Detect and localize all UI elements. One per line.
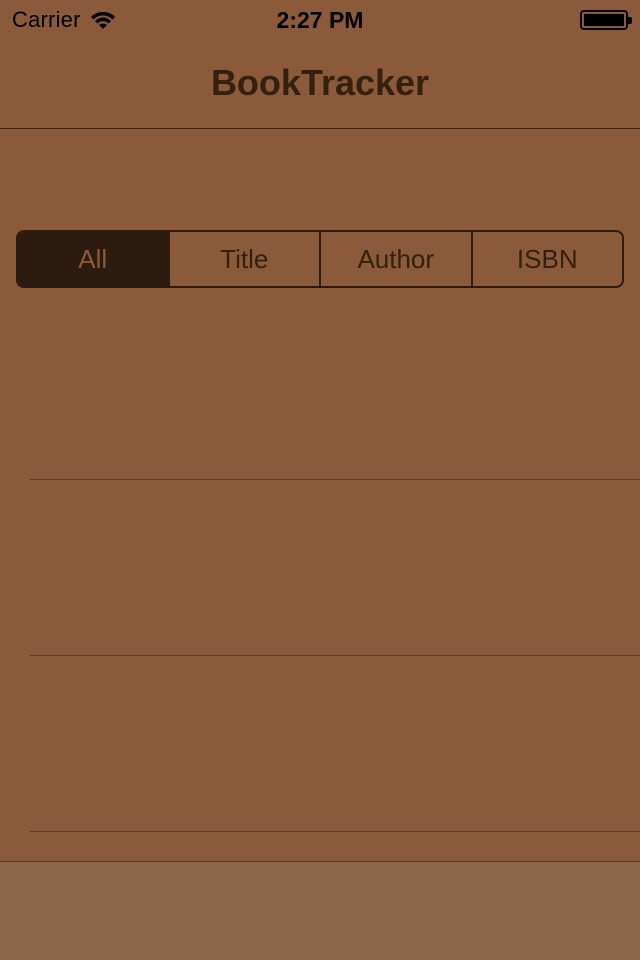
status-bar: Carrier 2:27 PM xyxy=(0,0,640,40)
navigation-bar: BookTracker xyxy=(0,40,640,129)
battery-level xyxy=(584,14,624,26)
battery-icon xyxy=(580,10,632,30)
filter-segmented-control: All Title Author ISBN xyxy=(16,230,624,288)
table-row-separator xyxy=(30,831,640,832)
page-title: BookTracker xyxy=(210,62,430,103)
segment-all[interactable]: All xyxy=(18,232,168,286)
bottom-toolbar xyxy=(0,861,640,960)
status-time: 2:27 PM xyxy=(276,7,364,33)
segment-isbn[interactable]: ISBN xyxy=(470,232,623,286)
battery-tip xyxy=(628,17,632,24)
segment-author[interactable]: Author xyxy=(319,232,471,286)
segment-title[interactable]: Title xyxy=(167,232,320,286)
table-row-separator xyxy=(30,479,640,480)
table-row-separator xyxy=(30,655,640,656)
app-screen: Carrier 2:27 PM BookTracker All Title Au… xyxy=(0,0,640,960)
